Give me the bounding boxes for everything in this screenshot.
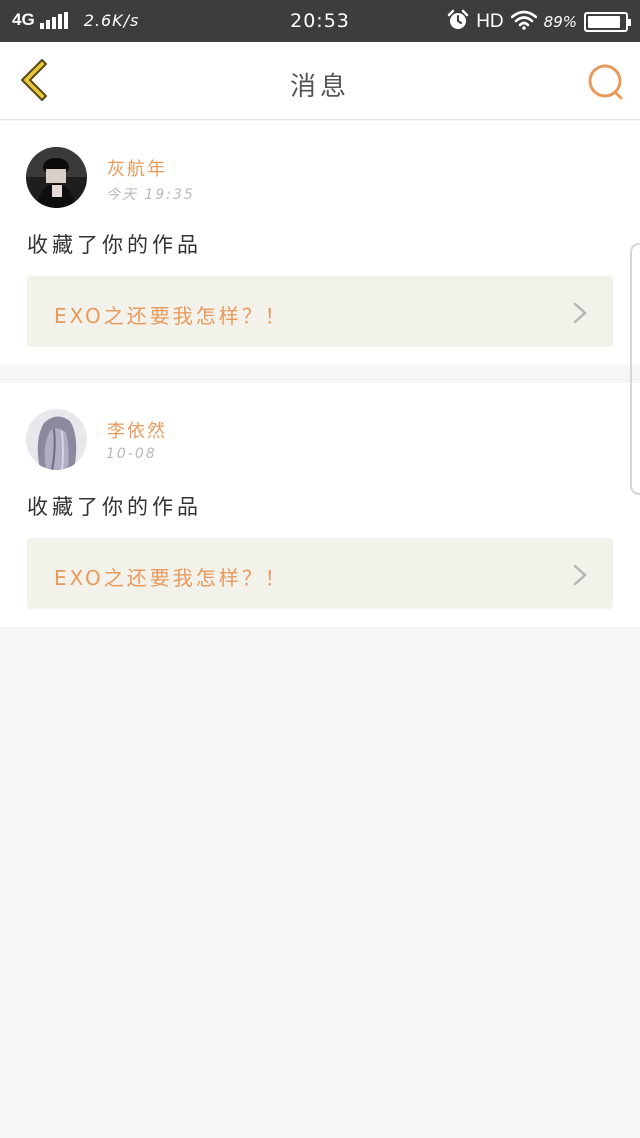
alarm-icon — [447, 9, 469, 35]
work-title: EXO之还要我怎样？！ — [54, 566, 288, 590]
message-action: 收藏了你的作品 — [27, 495, 202, 519]
message-time: 今天 19:35 — [106, 187, 195, 203]
message-action: 收藏了你的作品 — [27, 233, 202, 257]
avatar[interactable] — [26, 147, 87, 208]
work-link[interactable]: EXO之还要我怎样？！ — [27, 538, 613, 609]
user-name[interactable]: 灰航年 — [107, 155, 167, 181]
hd-indicator: HD — [476, 11, 504, 32]
nav-bar: 消息 — [0, 42, 640, 120]
search-button[interactable] — [586, 62, 626, 102]
work-link[interactable]: EXO之还要我怎样？！ — [27, 276, 613, 347]
edge-swipe-handle[interactable] — [630, 243, 640, 495]
battery-icon — [584, 12, 631, 32]
avatar[interactable] — [26, 409, 87, 470]
chevron-right-icon — [573, 564, 587, 586]
status-bar: 4G 2.6K/s 20:53 HD 89% — [0, 0, 640, 42]
message-card: 李依然 10-08 收藏了你的作品 EXO之还要我怎样？！ — [0, 383, 640, 627]
message-time: 10-08 — [106, 446, 157, 462]
page-title: 消息 — [289, 72, 350, 102]
chevron-right-icon — [573, 302, 587, 324]
wifi-icon — [510, 10, 537, 34]
battery-percent: 89% — [543, 13, 577, 31]
battery-fill — [588, 16, 621, 28]
status-right: HD 89% — [440, 9, 631, 35]
work-title: EXO之还要我怎样？！ — [54, 304, 288, 328]
search-icon — [588, 64, 623, 100]
user-name[interactable]: 李依然 — [107, 417, 167, 443]
message-card: 灰航年 今天 19:35 收藏了你的作品 EXO之还要我怎样？！ — [0, 121, 640, 365]
